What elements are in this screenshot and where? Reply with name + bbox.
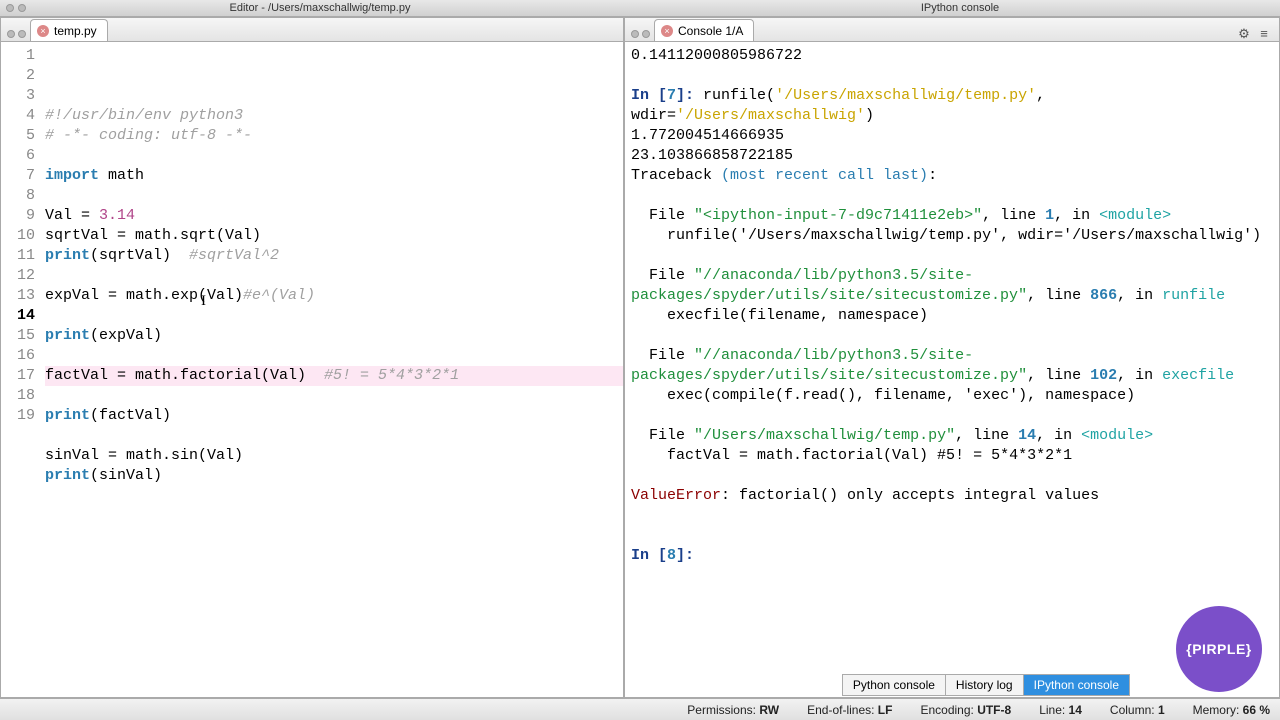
close-dot-icon[interactable] xyxy=(6,4,14,12)
pirple-logo: {PIRPLE} xyxy=(1176,606,1262,692)
editor-body[interactable]: 12345678910111213141516171819 I #!/usr/b… xyxy=(1,42,623,697)
code-line[interactable] xyxy=(45,306,623,326)
status-encoding: Encoding: UTF-8 xyxy=(920,703,1011,717)
console-tab-label: Console 1/A xyxy=(678,24,743,38)
status-eol: End-of-lines: LF xyxy=(807,703,892,717)
code-line[interactable] xyxy=(45,146,623,166)
code-line[interactable]: sinVal = math.sin(Val) xyxy=(45,446,623,466)
code-line[interactable] xyxy=(45,386,623,406)
tab-history-log[interactable]: History log xyxy=(946,675,1024,695)
close-icon[interactable]: × xyxy=(37,25,49,37)
code-line[interactable]: expVal = math.exp(Val)#e^(Val) xyxy=(45,286,623,306)
code-line[interactable]: import math xyxy=(45,166,623,186)
console-window-title: IPython console xyxy=(640,2,1280,14)
pane-dot-icon[interactable] xyxy=(18,30,26,38)
console-output[interactable]: 0.14112000805986722 In [7]: runfile('/Us… xyxy=(625,42,1279,697)
code-line[interactable] xyxy=(45,426,623,446)
code-line[interactable]: print(sqrtVal) #sqrtVal^2 xyxy=(45,246,623,266)
pane-dot-icon[interactable] xyxy=(7,30,15,38)
line-number-gutter: 12345678910111213141516171819 xyxy=(1,42,41,697)
status-column: Column: 1 xyxy=(1110,703,1165,717)
close-icon[interactable]: × xyxy=(661,25,673,37)
code-line[interactable]: sqrtVal = math.sqrt(Val) xyxy=(45,226,623,246)
console-tab[interactable]: × Console 1/A xyxy=(654,19,754,41)
status-permissions: Permissions: RW xyxy=(687,703,779,717)
code-line[interactable]: # -*- coding: utf-8 -*- xyxy=(45,126,623,146)
editor-window-title: Editor - /Users/maxschallwig/temp.py xyxy=(0,2,640,14)
code-line[interactable]: factVal = math.factorial(Val) #5! = 5*4*… xyxy=(45,366,623,386)
code-line[interactable] xyxy=(45,186,623,206)
code-line[interactable] xyxy=(45,266,623,286)
code-area[interactable]: I #!/usr/bin/env python3# -*- coding: ut… xyxy=(41,42,623,697)
menu-icon[interactable]: ≡ xyxy=(1257,27,1271,41)
pane-dot-icon[interactable] xyxy=(631,30,639,38)
status-memory: Memory: 66 % xyxy=(1193,703,1270,717)
code-line[interactable]: print(factVal) xyxy=(45,406,623,426)
tab-ipython-console[interactable]: IPython console xyxy=(1024,675,1129,695)
code-line[interactable]: Val = 3.14 xyxy=(45,206,623,226)
pane-dot-icon[interactable] xyxy=(642,30,650,38)
gear-icon[interactable]: ⚙ xyxy=(1237,27,1251,41)
editor-tab-bar: × temp.py xyxy=(1,18,623,42)
code-line[interactable]: print(expVal) xyxy=(45,326,623,346)
editor-window-titlebar: Editor - /Users/maxschallwig/temp.py xyxy=(0,0,640,17)
status-line: Line: 14 xyxy=(1039,703,1082,717)
editor-tab-label: temp.py xyxy=(54,24,97,38)
code-line[interactable]: #!/usr/bin/env python3 xyxy=(45,106,623,126)
console-window-titlebar: IPython console xyxy=(640,0,1280,17)
console-bottom-tabs: Python console History log IPython conso… xyxy=(842,674,1130,696)
console-pane: × Console 1/A ⚙ ≡ 0.14112000805986722 In… xyxy=(624,17,1280,698)
text-cursor-icon: I xyxy=(201,291,206,311)
minimize-dot-icon[interactable] xyxy=(18,4,26,12)
status-bar: Permissions: RW End-of-lines: LF Encodin… xyxy=(0,698,1280,720)
editor-pane: × temp.py 12345678910111213141516171819 … xyxy=(0,17,624,698)
tab-python-console[interactable]: Python console xyxy=(843,675,946,695)
code-line[interactable] xyxy=(45,346,623,366)
code-line[interactable]: print(sinVal) xyxy=(45,466,623,486)
console-tab-bar: × Console 1/A ⚙ ≡ xyxy=(625,18,1279,42)
editor-tab[interactable]: × temp.py xyxy=(30,19,108,41)
